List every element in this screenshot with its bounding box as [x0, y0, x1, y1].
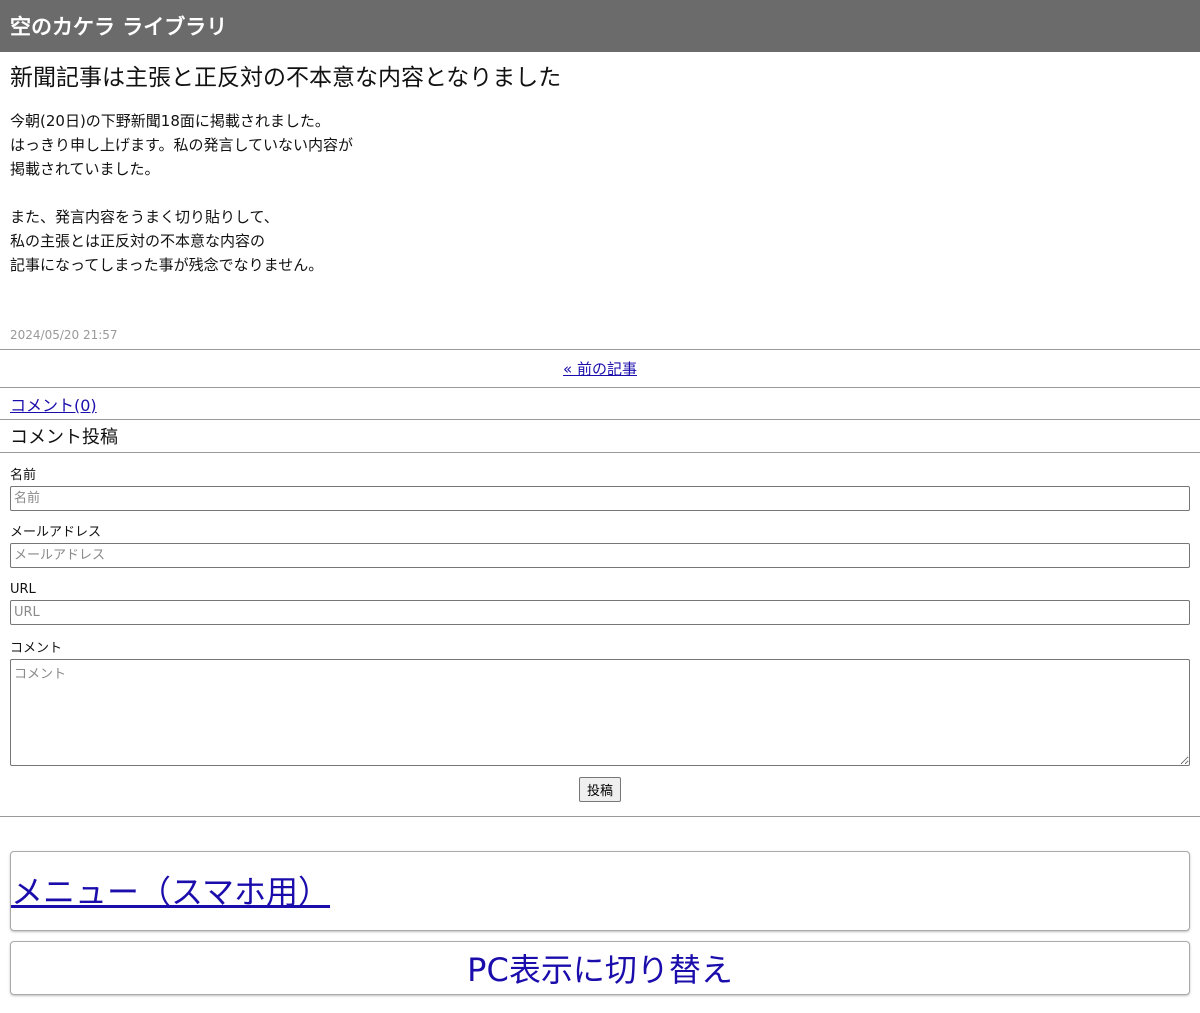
submit-row: 投稿	[10, 766, 1190, 804]
article-body-line: はっきり申し上げます。私の発言していない内容が	[10, 136, 354, 154]
comment-count-link[interactable]: コメント(0)	[10, 392, 97, 416]
name-label: 名前	[10, 468, 37, 483]
site-title: 空のカケラ ライブラリ	[10, 15, 228, 39]
comment-textarea[interactable]	[10, 659, 1190, 766]
article-body-line: また、発言内容をうまく切り貼りして、	[10, 208, 279, 226]
name-input[interactable]	[10, 486, 1190, 511]
comment-form: 名前 メールアドレス URL コメント 投稿	[0, 453, 1200, 804]
article-body-line: 掲載されていました。	[10, 160, 160, 178]
submit-button[interactable]: 投稿	[578, 777, 621, 802]
article-body-line: 記事になってしまった事が残念でなりません。	[10, 256, 324, 274]
email-label: メールアドレス	[10, 525, 102, 540]
email-input[interactable]	[10, 543, 1190, 568]
url-input[interactable]	[10, 600, 1190, 625]
prev-article-row: « 前の記事	[0, 350, 1200, 387]
comment-label: コメント	[10, 641, 63, 656]
prev-article-link[interactable]: « 前の記事	[563, 358, 637, 379]
url-label: URL	[10, 582, 36, 597]
pc-view-switch-button[interactable]: PC表示に切り替え	[10, 941, 1190, 995]
article-title: 新聞記事は主張と正反対の不本意な内容となりました	[10, 65, 562, 91]
site-header: 空のカケラ ライブラリ	[0, 0, 1200, 52]
article-body-line: 今朝(20日)の下野新聞18面に掲載されました。	[10, 112, 330, 130]
article-body: 今朝(20日)の下野新聞18面に掲載されました。 はっきり申し上げます。私の発言…	[0, 91, 1200, 323]
article-date: 2024/05/20 21:57	[10, 328, 118, 342]
smartphone-menu-button[interactable]: メニュー（スマホ用）	[10, 851, 1190, 931]
comment-post-heading: コメント投稿	[10, 427, 118, 448]
comment-count-row: コメント(0)	[0, 388, 1200, 419]
smartphone-menu-link[interactable]: メニュー（スマホ用）	[11, 867, 330, 913]
pc-view-switch-label[interactable]: PC表示に切り替え	[467, 945, 733, 991]
article-body-line	[10, 181, 1190, 205]
article-body-line: 私の主張とは正反対の不本意な内容の	[10, 232, 266, 250]
